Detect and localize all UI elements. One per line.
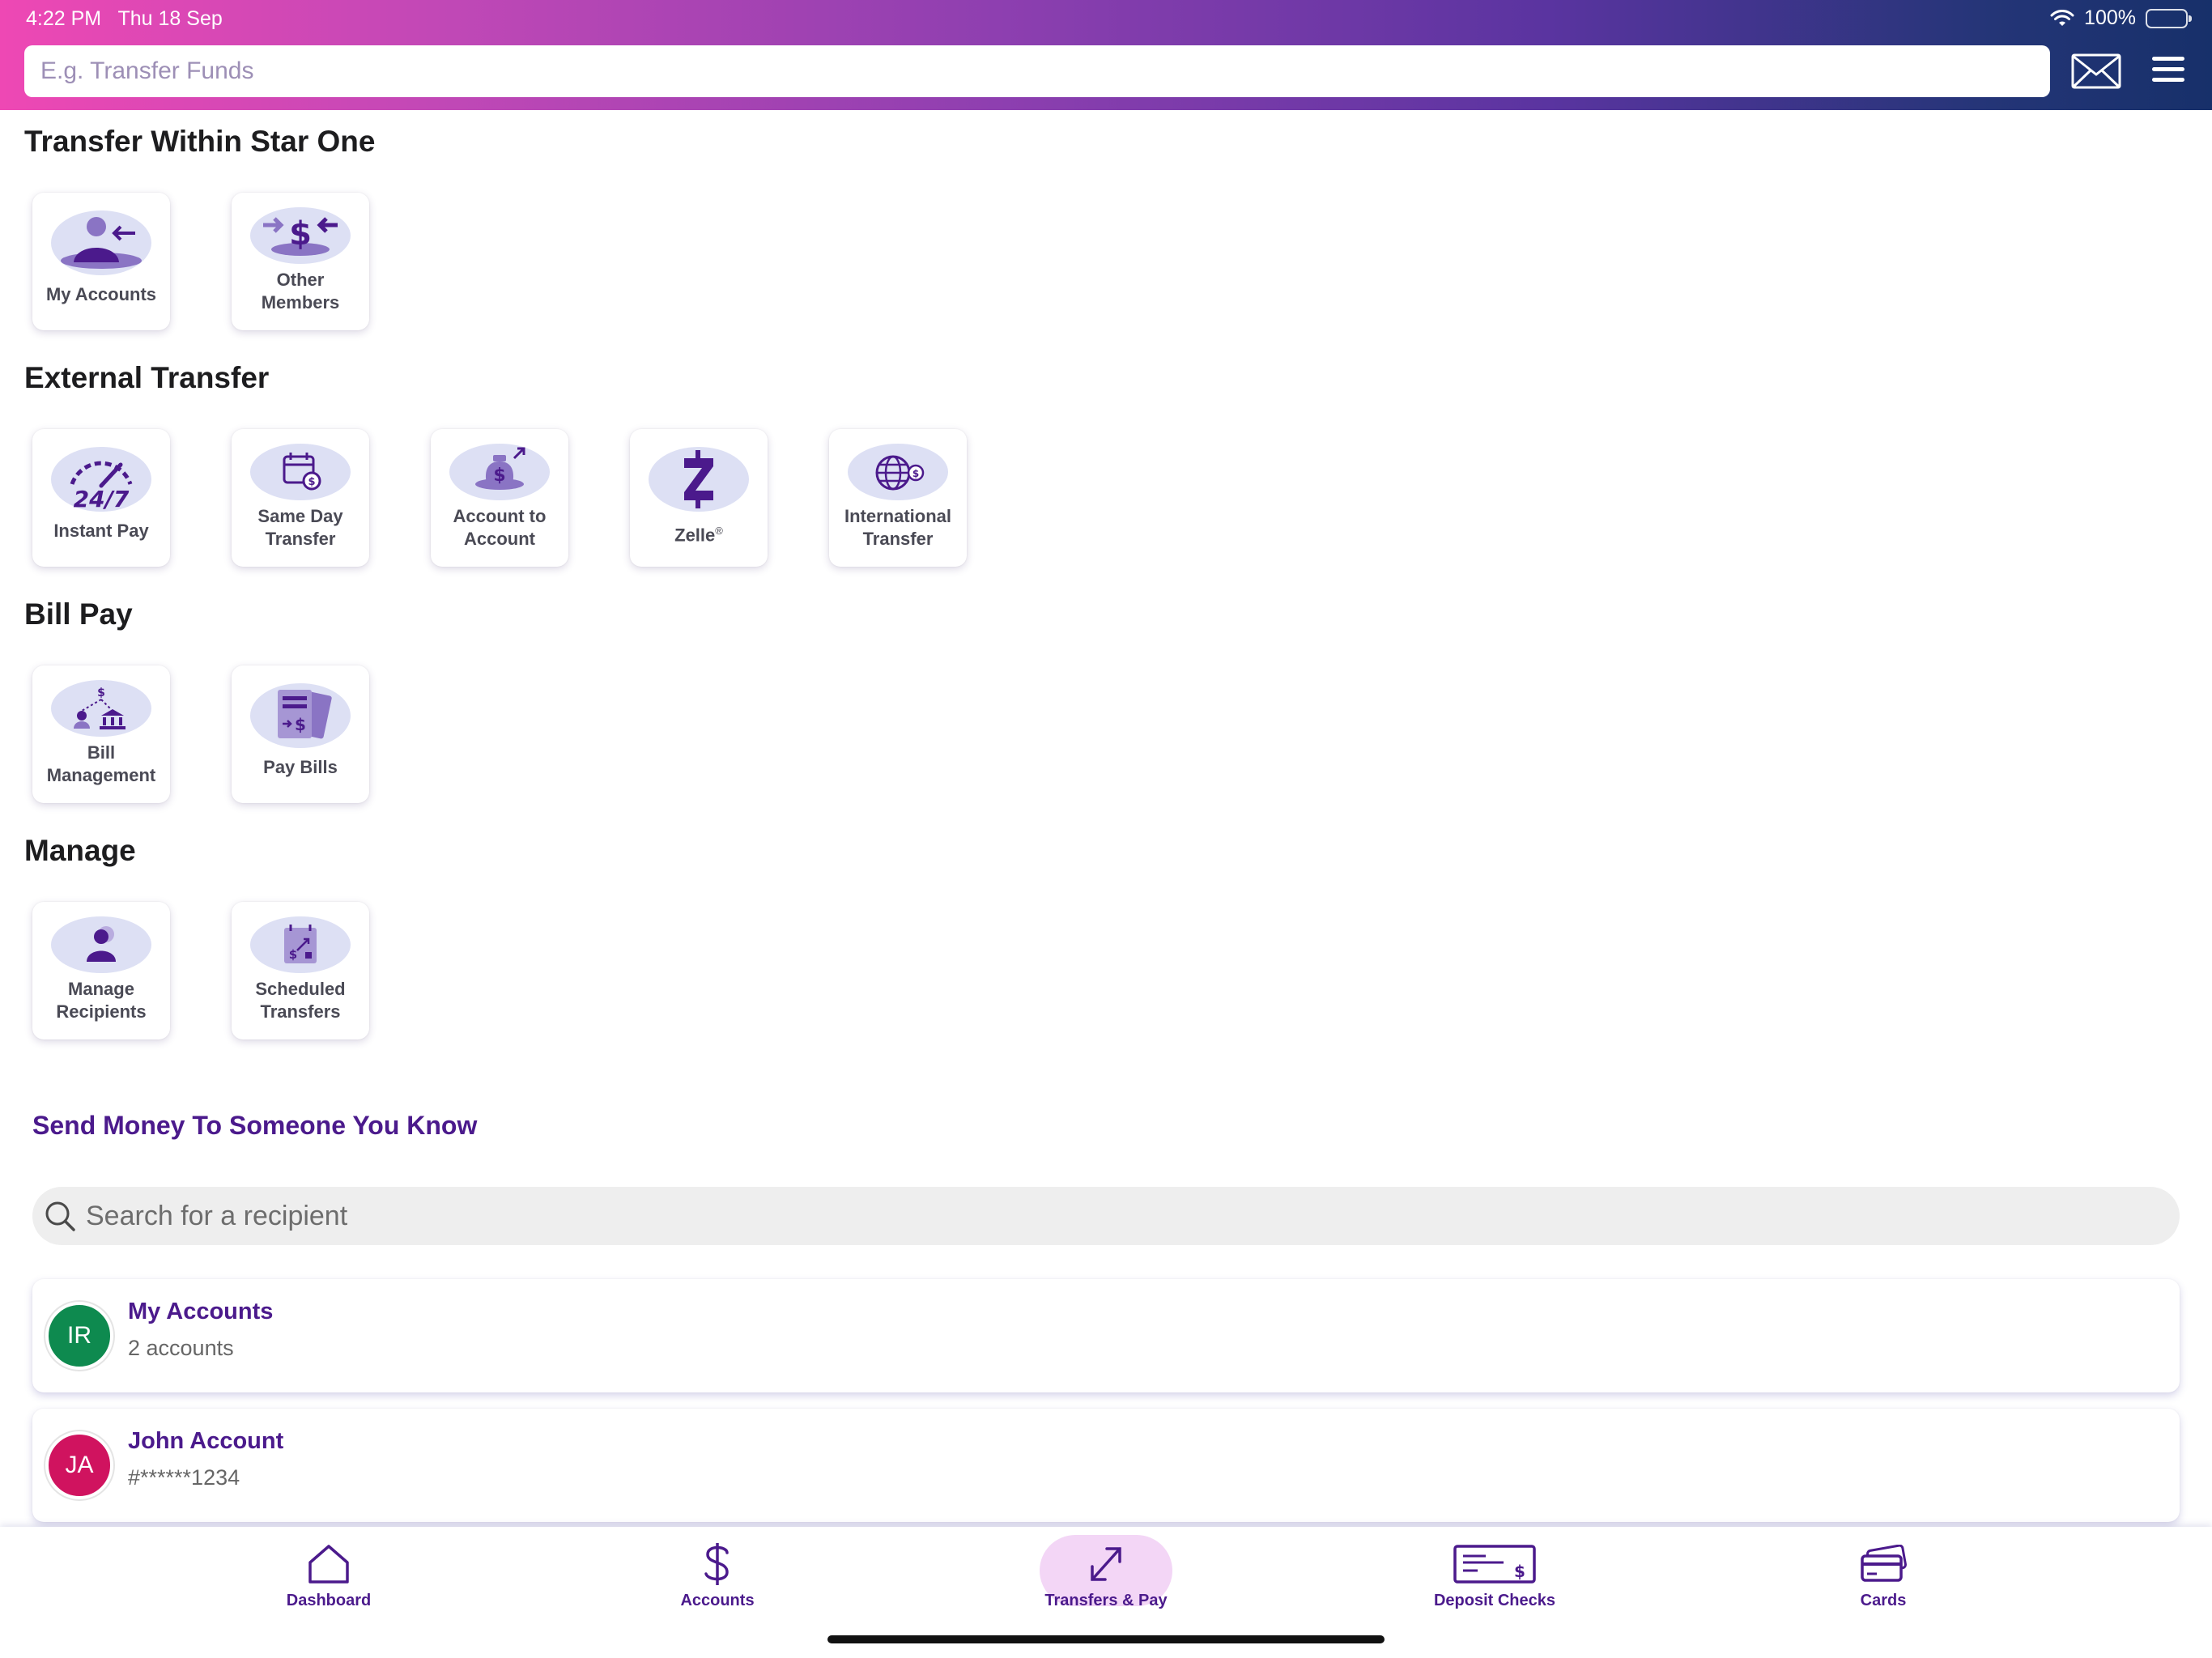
section-title-within: Transfer Within Star One: [24, 125, 376, 158]
mail-icon[interactable]: [2071, 53, 2121, 89]
status-time: 4:22 PM Thu 18 Sep: [26, 7, 223, 31]
tab-label: Deposit Checks: [1433, 1592, 1556, 1609]
tile-label: Other Members: [261, 270, 340, 312]
tile-international-transfer[interactable]: $ International Transfer: [829, 429, 967, 567]
tile-label: International Transfer: [844, 506, 951, 549]
tile-same-day-transfer[interactable]: $ Same Day Transfer: [232, 429, 369, 567]
tile-label: My Accounts: [45, 284, 157, 304]
tab-dashboard[interactable]: Dashboard: [248, 1527, 410, 1624]
tile-pay-bills[interactable]: $ Pay Bills: [232, 665, 369, 803]
calendar-dollar-icon: $: [250, 444, 351, 500]
recipient-detail: #******1234: [128, 1465, 240, 1490]
svg-text:$: $: [308, 476, 315, 488]
svg-text:$: $: [493, 466, 505, 486]
status-indicators: 100%: [2050, 6, 2192, 30]
cards-icon: [1859, 1541, 1908, 1587]
avatar: IR: [45, 1302, 113, 1370]
status-clock: 4:22 PM: [26, 7, 102, 30]
tile-label: Scheduled Transfers: [255, 979, 346, 1022]
tile-label: Instant Pay: [53, 521, 149, 541]
tile-other-members[interactable]: $ Other Members: [232, 193, 369, 330]
tile-account-to-account[interactable]: $ Account to Account: [431, 429, 568, 567]
svg-text:$: $: [289, 947, 297, 962]
transfer-arrows-icon: [1087, 1541, 1125, 1587]
send-money-title: Send Money To Someone You Know: [32, 1111, 478, 1140]
tab-cards[interactable]: Cards: [1802, 1527, 1964, 1624]
global-search-input[interactable]: [24, 45, 2050, 97]
tab-label: Transfers & Pay: [1044, 1592, 1168, 1609]
recipient-search-bar[interactable]: [32, 1187, 2180, 1245]
globe-dollar-icon: $: [848, 444, 948, 500]
bank-people-icon: $: [51, 680, 151, 737]
money-bag-arrow-icon: $: [449, 444, 550, 500]
section-title-billpay: Bill Pay: [24, 597, 133, 631]
tile-label-text: Zelle: [674, 525, 716, 546]
battery-icon: [2146, 8, 2192, 28]
recipient-card-john-account[interactable]: JA John Account #******1234: [32, 1409, 2180, 1522]
trademark-symbol: ®: [715, 525, 723, 537]
tile-zelle[interactable]: Zelle®: [630, 429, 768, 567]
person-icon: [51, 916, 151, 973]
search-icon: [45, 1201, 75, 1231]
zelle-icon: [649, 447, 749, 515]
home-indicator: [827, 1635, 1385, 1643]
tab-label: Dashboard: [286, 1592, 372, 1609]
svg-text:$: $: [289, 215, 312, 253]
wifi-icon: [2050, 9, 2074, 26]
tab-label: Accounts: [680, 1592, 755, 1609]
tile-scheduled-transfers[interactable]: $ Scheduled Transfers: [232, 902, 369, 1039]
recipient-detail: 2 accounts: [128, 1336, 234, 1360]
svg-text:$: $: [912, 468, 919, 479]
tile-label: Account to Account: [453, 506, 547, 549]
tile-label: Manage Recipients: [56, 979, 147, 1022]
tab-deposit-checks[interactable]: $ Deposit Checks: [1414, 1527, 1576, 1624]
svg-text:24/7: 24/7: [74, 486, 130, 512]
tab-transfers-pay[interactable]: Transfers & Pay: [1025, 1527, 1187, 1624]
tile-instant-pay[interactable]: 24/7 Instant Pay: [32, 429, 170, 567]
recipient-search-input[interactable]: [76, 1187, 2180, 1245]
recipient-name: My Accounts: [128, 1299, 274, 1324]
dollar-arrows-icon: $: [250, 207, 351, 264]
tile-label: Zelle®: [634, 520, 764, 546]
tile-label: Bill Management: [46, 742, 156, 785]
avatar: JA: [45, 1431, 113, 1499]
recipient-name: John Account: [128, 1428, 284, 1454]
svg-text:$: $: [295, 715, 306, 734]
svg-text:$: $: [97, 687, 105, 699]
tile-bill-management[interactable]: $ Bill Management: [32, 665, 170, 803]
tab-accounts[interactable]: Accounts: [636, 1527, 798, 1624]
tile-label: Same Day Transfer: [257, 506, 343, 549]
tile-label: Pay Bills: [263, 757, 338, 777]
recipient-card-my-accounts[interactable]: IR My Accounts 2 accounts: [32, 1279, 2180, 1392]
tile-manage-recipients[interactable]: Manage Recipients: [32, 902, 170, 1039]
hamburger-menu-icon[interactable]: [2150, 53, 2186, 86]
speedometer-247-icon: 24/7: [51, 447, 151, 515]
calendar-transfer-icon: $: [250, 916, 351, 973]
home-icon: [307, 1541, 351, 1587]
status-bar: 4:22 PM Thu 18 Sep 100%: [0, 0, 2212, 39]
dollar-icon: [701, 1541, 734, 1587]
bill-dollar-icon: $: [250, 683, 351, 751]
header: 4:22 PM Thu 18 Sep 100%: [0, 0, 2212, 110]
section-title-external: External Transfer: [24, 361, 270, 394]
status-date: Thu 18 Sep: [117, 7, 223, 30]
tile-my-accounts[interactable]: My Accounts: [32, 193, 170, 330]
battery-percent: 100%: [2084, 6, 2136, 29]
check-icon: $: [1453, 1541, 1536, 1587]
person-arrow-icon: [51, 210, 151, 278]
section-title-manage: Manage: [24, 834, 136, 867]
svg-text:$: $: [1514, 1562, 1525, 1581]
tab-label: Cards: [1860, 1592, 1907, 1609]
